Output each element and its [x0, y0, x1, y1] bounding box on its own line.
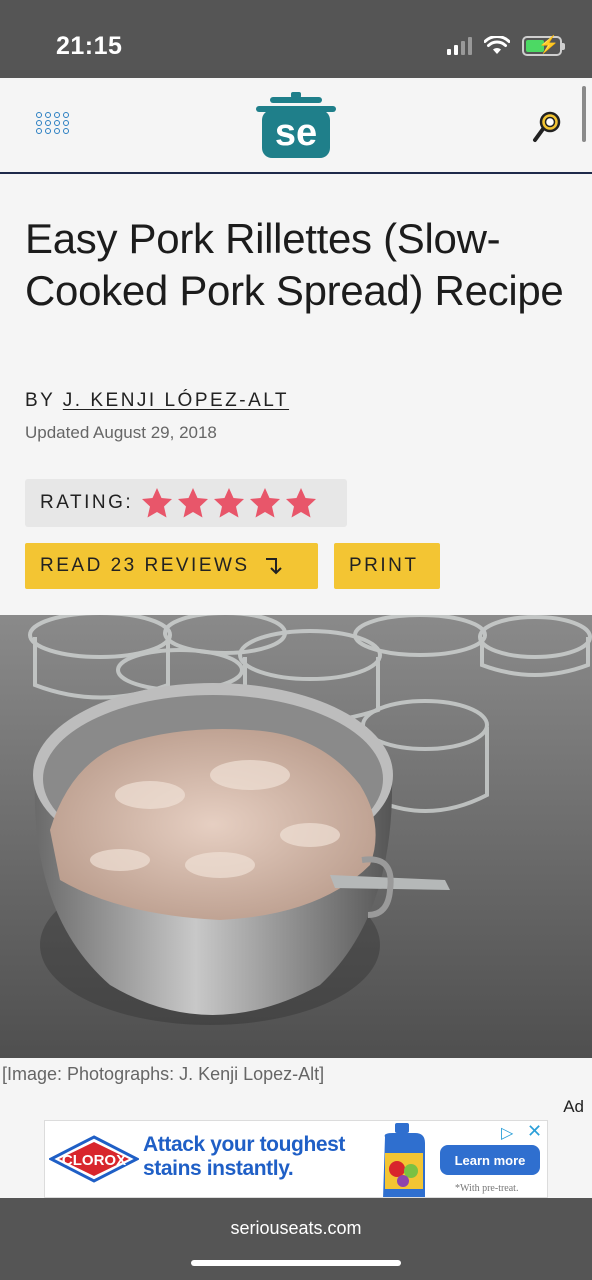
status-time: 21:15: [56, 32, 123, 60]
arrow-down-return-icon: [265, 558, 282, 575]
home-indicator[interactable]: [191, 1260, 401, 1266]
star-icon: [214, 488, 245, 518]
search-icon[interactable]: [532, 110, 562, 144]
ad-banner[interactable]: CLOROX Attack your toughest stains insta…: [44, 1120, 548, 1198]
signal-icon: [447, 37, 472, 55]
rating-box: RATING:: [25, 479, 347, 527]
byline: BY J. KENJI LÓPEZ-ALT: [25, 390, 289, 412]
logo-text: se: [275, 112, 317, 154]
star-icon: [286, 488, 317, 518]
updated-date: Updated August 29, 2018: [25, 423, 217, 442]
wifi-icon: [484, 36, 510, 54]
status-icons: ⚡: [447, 35, 565, 56]
clorox-logo: CLOROX: [49, 1135, 139, 1183]
star-icon: [178, 488, 209, 518]
close-icon[interactable]: ✕: [527, 1121, 542, 1142]
photo-caption: [Image: Photographs: J. Kenji Lopez-Alt]: [2, 1064, 325, 1084]
rating-label: RATING:: [40, 492, 134, 513]
ad-choices-icon[interactable]: ▷: [501, 1123, 513, 1143]
byline-prefix: BY: [25, 390, 56, 411]
ad-fine-print: *With pre-treat.: [455, 1183, 519, 1194]
ad-headline: Attack your toughest stains instantly.: [143, 1133, 345, 1181]
ad-label: Ad: [563, 1097, 584, 1116]
battery-icon: ⚡: [522, 35, 565, 56]
ad-learn-more-button[interactable]: Learn more: [440, 1145, 540, 1175]
site-header: se: [0, 78, 592, 174]
url-display[interactable]: seriouseats.com: [0, 1218, 592, 1239]
author-link[interactable]: J. KENJI LÓPEZ-ALT: [63, 390, 289, 411]
recipe-photo: [0, 615, 592, 1058]
ad-brand: CLOROX: [62, 1152, 126, 1169]
logo-pot-icon[interactable]: se: [256, 92, 336, 160]
status-bar: 21:15 ⚡: [0, 0, 592, 78]
browser-bottom-bar: seriouseats.com: [0, 1198, 592, 1280]
read-reviews-button[interactable]: READ 23 REVIEWS: [25, 543, 318, 589]
star-icon: [142, 488, 173, 518]
rating-stars: [141, 487, 317, 519]
read-reviews-label: READ 23 REVIEWS: [40, 555, 250, 576]
scrollbar[interactable]: [582, 86, 586, 142]
bottle-icon: [383, 1123, 425, 1197]
ad-headline-line2: stains instantly.: [143, 1157, 294, 1180]
print-label: PRINT: [349, 555, 419, 576]
ad-headline-line1: Attack your toughest: [143, 1133, 346, 1156]
star-icon: [250, 488, 281, 518]
article-title: Easy Pork Rillettes (Slow-Cooked Pork Sp…: [25, 215, 564, 314]
print-button[interactable]: PRINT: [334, 543, 440, 589]
menu-grid-icon[interactable]: [36, 112, 69, 144]
